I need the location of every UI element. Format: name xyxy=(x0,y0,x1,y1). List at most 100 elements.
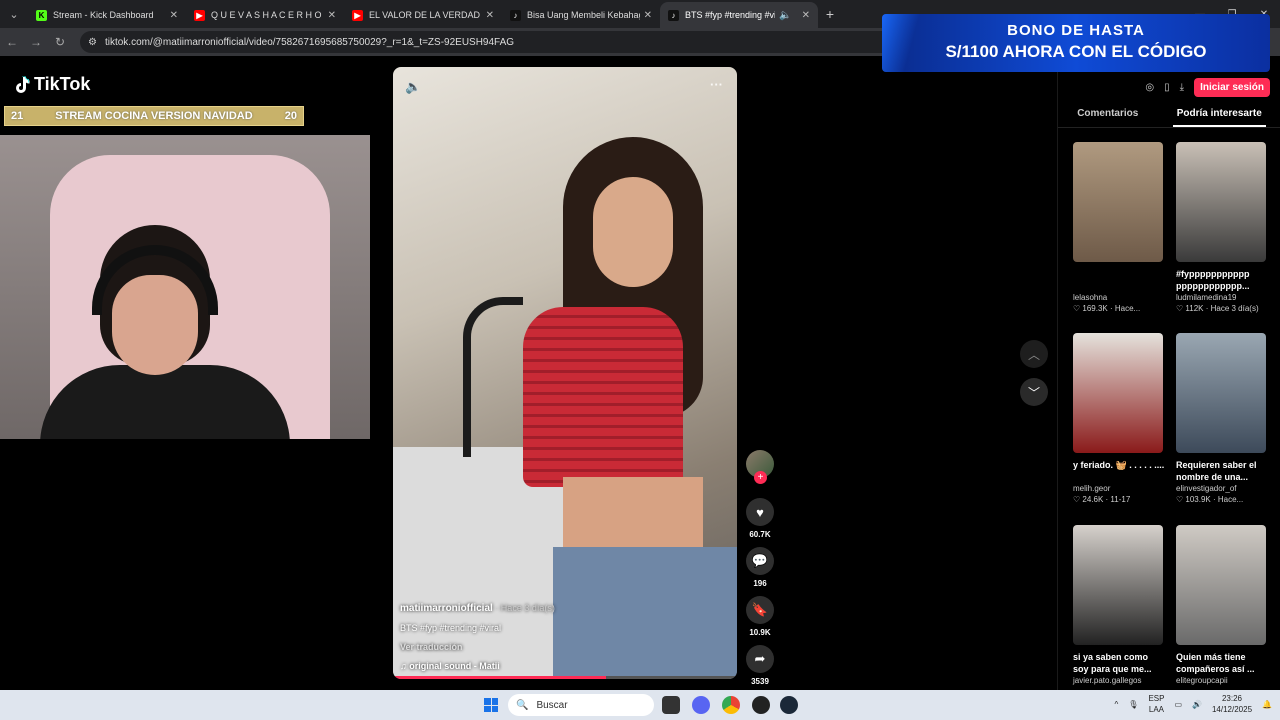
comment-button[interactable]: 💬 xyxy=(746,547,774,575)
kick-icon: K xyxy=(36,9,47,21)
tiktok-icon: ♪ xyxy=(668,9,679,21)
save-button[interactable]: 🔖 xyxy=(746,596,774,624)
tiktok-note-icon xyxy=(16,75,30,93)
chevron-up-icon: ︿ xyxy=(1027,347,1040,362)
compass-icon[interactable]: ◎ xyxy=(1145,82,1154,93)
download-icon[interactable]: ⤓ xyxy=(1180,82,1184,93)
chevron-down-icon: ﹀ xyxy=(1027,385,1040,400)
follow-plus-icon[interactable]: + xyxy=(754,471,767,484)
card-caption[interactable]: y feriado. 🧺 . . . . . .... xyxy=(1073,459,1165,483)
tab-tiktok-active[interactable]: ♪ BTS #fyp #trending #viral |🔈 ✕ xyxy=(660,2,818,28)
card-author[interactable]: elitegroupcapii xyxy=(1176,676,1268,685)
card-author[interactable]: ludmilamedina19 xyxy=(1176,293,1268,302)
notification-icon[interactable]: 🔔 xyxy=(1262,700,1272,709)
panel-tools: ◎ ▯ ⤓ Iniciar sesión xyxy=(1145,78,1270,97)
windows-start-icon[interactable] xyxy=(484,698,498,712)
tab-search-icon[interactable]: ⌄ xyxy=(0,0,28,28)
translate-link[interactable]: Ver traducción xyxy=(400,642,700,652)
recommended-video-card[interactable]: y feriado. 🧺 . . . . . .... melih.geor ♡ 2… xyxy=(1073,333,1165,504)
obs-icon[interactable] xyxy=(752,696,770,714)
discord-icon[interactable] xyxy=(692,696,710,714)
forward-icon[interactable]: → xyxy=(24,35,48,49)
card-caption[interactable]: #fyppppppppppp pppppppppppp... xyxy=(1176,268,1268,292)
language-indicator[interactable]: ESP LAA xyxy=(1148,693,1164,715)
close-icon[interactable]: ✕ xyxy=(170,10,178,21)
tiktok-icon: ♪ xyxy=(510,9,521,21)
more-icon[interactable]: ··· xyxy=(710,77,723,92)
windows-taskbar: 🔍 Buscar ^ 🎙 ESP LAA ▭ 🔊 23:26 14/12/2025 🔔 xyxy=(0,690,1280,720)
network-icon[interactable]: ▭ xyxy=(1174,700,1182,709)
recommended-video-card[interactable]: #fyppppppppppp pppppppppppp... ludmilamed… xyxy=(1176,142,1268,313)
card-caption[interactable] xyxy=(1073,268,1165,292)
recommended-video-card[interactable]: lelasohna ♡ 169.3K · Hace... xyxy=(1073,142,1165,313)
video-author[interactable]: matiimarroniofficial xyxy=(400,603,493,614)
tiktok-logo[interactable]: TikTok xyxy=(14,74,90,95)
video-caption: BTS #fyp #trending #viral xyxy=(400,623,502,633)
phone-icon[interactable]: ▯ xyxy=(1164,82,1170,93)
tab-tiktok-1[interactable]: ♪ Bisa Uang Membeli Kebahagia ✕ xyxy=(502,2,660,28)
card-caption[interactable]: Quien más tiene compañeros así ... xyxy=(1176,651,1268,675)
video-thumbnail[interactable] xyxy=(1176,525,1266,645)
video-thumbnail[interactable] xyxy=(1073,142,1163,262)
creator-avatar[interactable]: + xyxy=(746,450,774,484)
card-author[interactable]: elinvestigador_of xyxy=(1176,484,1268,493)
file-explorer-icon[interactable] xyxy=(662,696,680,714)
overlay-left-number: 21 xyxy=(11,110,24,122)
clock[interactable]: 23:26 14/12/2025 xyxy=(1212,693,1252,715)
recommended-video-card[interactable]: Requieren saber el nombre de una... elinv… xyxy=(1176,333,1268,504)
tab-youtube-2[interactable]: ▶ EL VALOR DE LA VERDAD DE TI ✕ xyxy=(344,2,502,28)
system-tray: ^ 🎙 ESP LAA ▭ 🔊 23:26 14/12/2025 🔔 xyxy=(1115,693,1272,715)
microphone-icon[interactable]: 🎙 xyxy=(1128,700,1138,709)
save-count: 10.9K xyxy=(749,628,771,637)
video-player[interactable]: 🔈 ··· matiimarroniofficial · Hace 3 día(… xyxy=(393,67,737,679)
video-thumbnail[interactable] xyxy=(1073,333,1163,453)
tab-recommended[interactable]: Podría interesarte xyxy=(1172,102,1266,127)
volume-icon[interactable]: 🔈 xyxy=(405,79,421,95)
tab-title: Stream - Kick Dashboard xyxy=(53,10,154,20)
card-author[interactable]: melih.geor xyxy=(1073,484,1165,493)
card-author[interactable]: lelasohna xyxy=(1073,293,1165,302)
card-author[interactable]: javier.pato.gallegos xyxy=(1073,676,1165,685)
close-icon[interactable]: ✕ xyxy=(328,10,336,21)
video-thumbnail[interactable] xyxy=(1176,142,1266,262)
tab-youtube-1[interactable]: ▶ Q U E V A S H A C E R H O Y ? ✕ xyxy=(186,2,344,28)
tab-comments[interactable]: Comentarios xyxy=(1073,102,1142,127)
faucet-shape xyxy=(463,297,523,457)
speaker-icon[interactable]: 🔈 xyxy=(779,10,791,21)
ad-line-1: BONO DE HASTA xyxy=(1007,22,1145,39)
video-thumbnail[interactable] xyxy=(1176,333,1266,453)
recommended-video-card[interactable]: Quien más tiene compañeros así ... eliteg… xyxy=(1176,525,1268,687)
chevron-up-icon[interactable]: ^ xyxy=(1115,700,1119,709)
share-button[interactable]: ➦ xyxy=(746,645,774,673)
card-caption[interactable]: si ya saben como soy para que me... xyxy=(1073,651,1165,675)
card-stats: ♡ 112K · Hace 3 día(s) xyxy=(1176,304,1259,313)
site-info-icon[interactable]: ⚙ xyxy=(88,37,97,48)
close-icon[interactable]: ✕ xyxy=(802,10,810,21)
video-progress-bar[interactable] xyxy=(393,676,737,679)
card-caption[interactable]: Requieren saber el nombre de una... xyxy=(1176,459,1268,483)
search-icon: 🔍 xyxy=(516,699,529,711)
previous-video-button[interactable]: ︿ xyxy=(1020,340,1048,368)
login-button[interactable]: Iniciar sesión xyxy=(1194,78,1270,97)
like-button[interactable]: ♥ xyxy=(746,498,774,526)
close-icon[interactable]: ✕ xyxy=(486,10,494,21)
card-stats: ♡ 103.9K · Hace... xyxy=(1176,495,1244,504)
share-icon: ➦ xyxy=(754,651,766,666)
close-icon[interactable]: ✕ xyxy=(644,10,652,21)
video-sound[interactable]: original sound - Matii xyxy=(409,661,500,671)
reload-icon[interactable]: ↻ xyxy=(48,35,72,49)
tab-kick-dashboard[interactable]: K Stream - Kick Dashboard ✕ xyxy=(28,2,186,28)
recommended-video-card[interactable]: si ya saben como soy para que me... javie… xyxy=(1073,525,1165,687)
action-column: + ♥ 60.7K 💬 196 🔖 10.9K ➦ 3539 xyxy=(744,450,776,686)
ad-banner[interactable]: BONO DE HASTA S/1100 AHORA CON EL CÓDIGO xyxy=(882,14,1270,72)
steam-icon[interactable] xyxy=(780,696,798,714)
volume-icon[interactable]: 🔊 xyxy=(1192,700,1202,709)
next-video-button[interactable]: ﹀ xyxy=(1020,378,1048,406)
taskbar-search[interactable]: 🔍 Buscar xyxy=(508,694,654,716)
new-tab-button[interactable]: + xyxy=(818,6,842,22)
video-thumbnail[interactable] xyxy=(1073,525,1163,645)
video-info: matiimarroniofficial · Hace 3 día(s) BTS… xyxy=(400,603,700,671)
chrome-icon[interactable] xyxy=(722,696,740,714)
back-icon[interactable]: ← xyxy=(0,35,24,49)
youtube-icon: ▶ xyxy=(352,9,363,21)
